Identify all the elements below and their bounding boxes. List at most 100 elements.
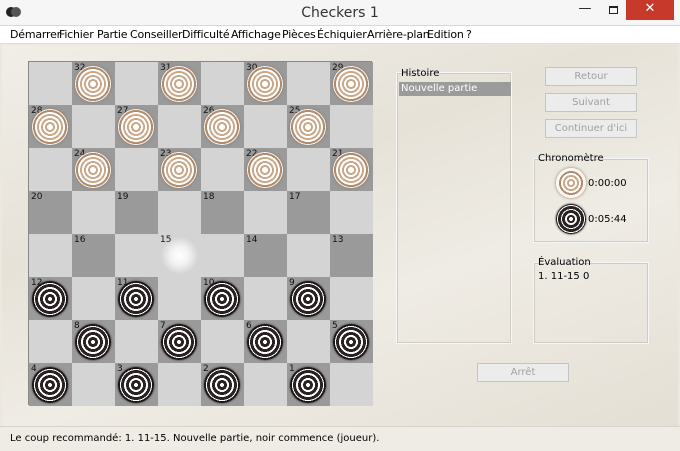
board-square-27[interactable]: 27 [115,105,158,148]
board-square-light [72,105,115,148]
board-square-14[interactable]: 14 [244,234,287,277]
board-square-5[interactable]: 5 [330,320,373,363]
status-text: Le coup recommandé: 1. 11-15. Nouvelle p… [10,433,380,444]
menu-partie[interactable]: Partie [97,28,128,41]
black-piece[interactable] [204,367,240,403]
board-square-light [330,105,373,148]
white-piece[interactable] [161,152,197,188]
board-square-28[interactable]: 28 [29,105,72,148]
black-piece[interactable] [333,324,369,360]
black-piece[interactable] [75,324,111,360]
menu-arriere-plan[interactable]: Arrière-plan [367,28,430,41]
menu-help[interactable]: ? [466,28,472,41]
board-square-light [29,148,72,191]
checkers-board[interactable]: 32 31 30 29 28 27 26 25 24 23 22 21 20 19 18 17 16 15 14 13… [28,61,373,406]
white-time: 0:00:00 [588,178,627,189]
close-button[interactable]: ✕ [626,0,674,20]
board-square-8[interactable]: 8 [72,320,115,363]
menu-pieces[interactable]: Pièces [282,28,316,41]
board-square-light [244,277,287,320]
black-piece[interactable] [204,281,240,317]
menu-bar: Démarrer Fichier Partie Conseiller Diffi… [0,26,680,44]
menu-affichage[interactable]: Affichage [231,28,281,41]
board-square-25[interactable]: 25 [287,105,330,148]
board-square-19[interactable]: 19 [115,191,158,234]
black-piece[interactable] [290,367,326,403]
board-square-15[interactable]: 15 [158,234,201,277]
white-piece[interactable] [75,152,111,188]
board-square-light [201,148,244,191]
menu-fichier[interactable]: Fichier [59,28,94,41]
white-piece[interactable] [118,109,154,145]
black-piece[interactable] [32,367,68,403]
board-square-32[interactable]: 32 [72,62,115,105]
menu-demarrer[interactable]: Démarrer [10,28,61,41]
board-square-light [115,234,158,277]
white-piece[interactable] [75,66,111,102]
menu-edition[interactable]: Edition [427,28,464,41]
white-piece[interactable] [247,66,283,102]
history-panel: Histoire Nouvelle partie [396,68,512,344]
menu-difficulte[interactable]: Difficulté [182,28,230,41]
stop-button[interactable]: Arrêt [477,363,569,382]
black-piece[interactable] [118,367,154,403]
black-piece-icon [556,204,586,234]
board-square-10[interactable]: 10 [201,277,244,320]
board-square-29[interactable]: 29 [330,62,373,105]
menu-echiquier[interactable]: Échiquier [317,28,367,41]
board-square-11[interactable]: 11 [115,277,158,320]
maximize-button[interactable] [599,0,627,20]
board-square-16[interactable]: 16 [72,234,115,277]
square-number: 16 [74,235,86,245]
board-square-13[interactable]: 13 [330,234,373,277]
board-square-20[interactable]: 20 [29,191,72,234]
board-square-26[interactable]: 26 [201,105,244,148]
board-square-light [201,320,244,363]
board-square-18[interactable]: 18 [201,191,244,234]
board-square-light [330,363,373,406]
board-square-23[interactable]: 23 [158,148,201,191]
board-square-light [330,277,373,320]
black-piece[interactable] [161,324,197,360]
back-button[interactable]: Retour [545,67,637,86]
timer-label: Chronomètre [538,153,604,164]
next-button[interactable]: Suivant [545,93,637,112]
black-piece[interactable] [118,281,154,317]
white-piece[interactable] [32,109,68,145]
board-square-30[interactable]: 30 [244,62,287,105]
history-item[interactable]: Nouvelle partie [399,82,511,96]
board-square-6[interactable]: 6 [244,320,287,363]
board-square-9[interactable]: 9 [287,277,330,320]
board-square-22[interactable]: 22 [244,148,287,191]
minimize-button[interactable]: — [571,0,599,20]
menu-conseiller[interactable]: Conseiller [130,28,183,41]
black-piece[interactable] [290,281,326,317]
board-square-4[interactable]: 4 [29,363,72,406]
black-piece[interactable] [32,281,68,317]
white-piece[interactable] [161,66,197,102]
board-square-1[interactable]: 1 [287,363,330,406]
board-square-light [158,105,201,148]
board-square-12[interactable]: 12 [29,277,72,320]
board-square-17[interactable]: 17 [287,191,330,234]
board-square-31[interactable]: 31 [158,62,201,105]
white-piece[interactable] [204,109,240,145]
board-square-light [287,148,330,191]
white-piece[interactable] [333,152,369,188]
white-piece[interactable] [333,66,369,102]
board-square-24[interactable]: 24 [72,148,115,191]
board-square-21[interactable]: 21 [330,148,373,191]
move-highlight [161,237,198,274]
board-square-7[interactable]: 7 [158,320,201,363]
white-piece[interactable] [290,109,326,145]
board-square-2[interactable]: 2 [201,363,244,406]
square-number: 19 [117,192,129,202]
continue-from-here-button[interactable]: Continuer d'ici [545,119,637,138]
board-square-light [201,62,244,105]
board-square-light [287,62,330,105]
white-piece[interactable] [247,152,283,188]
evaluation-panel: Évaluation 1. 11-15 0 [533,257,649,344]
board-square-3[interactable]: 3 [115,363,158,406]
black-piece[interactable] [247,324,283,360]
history-label: Histoire [401,68,440,79]
